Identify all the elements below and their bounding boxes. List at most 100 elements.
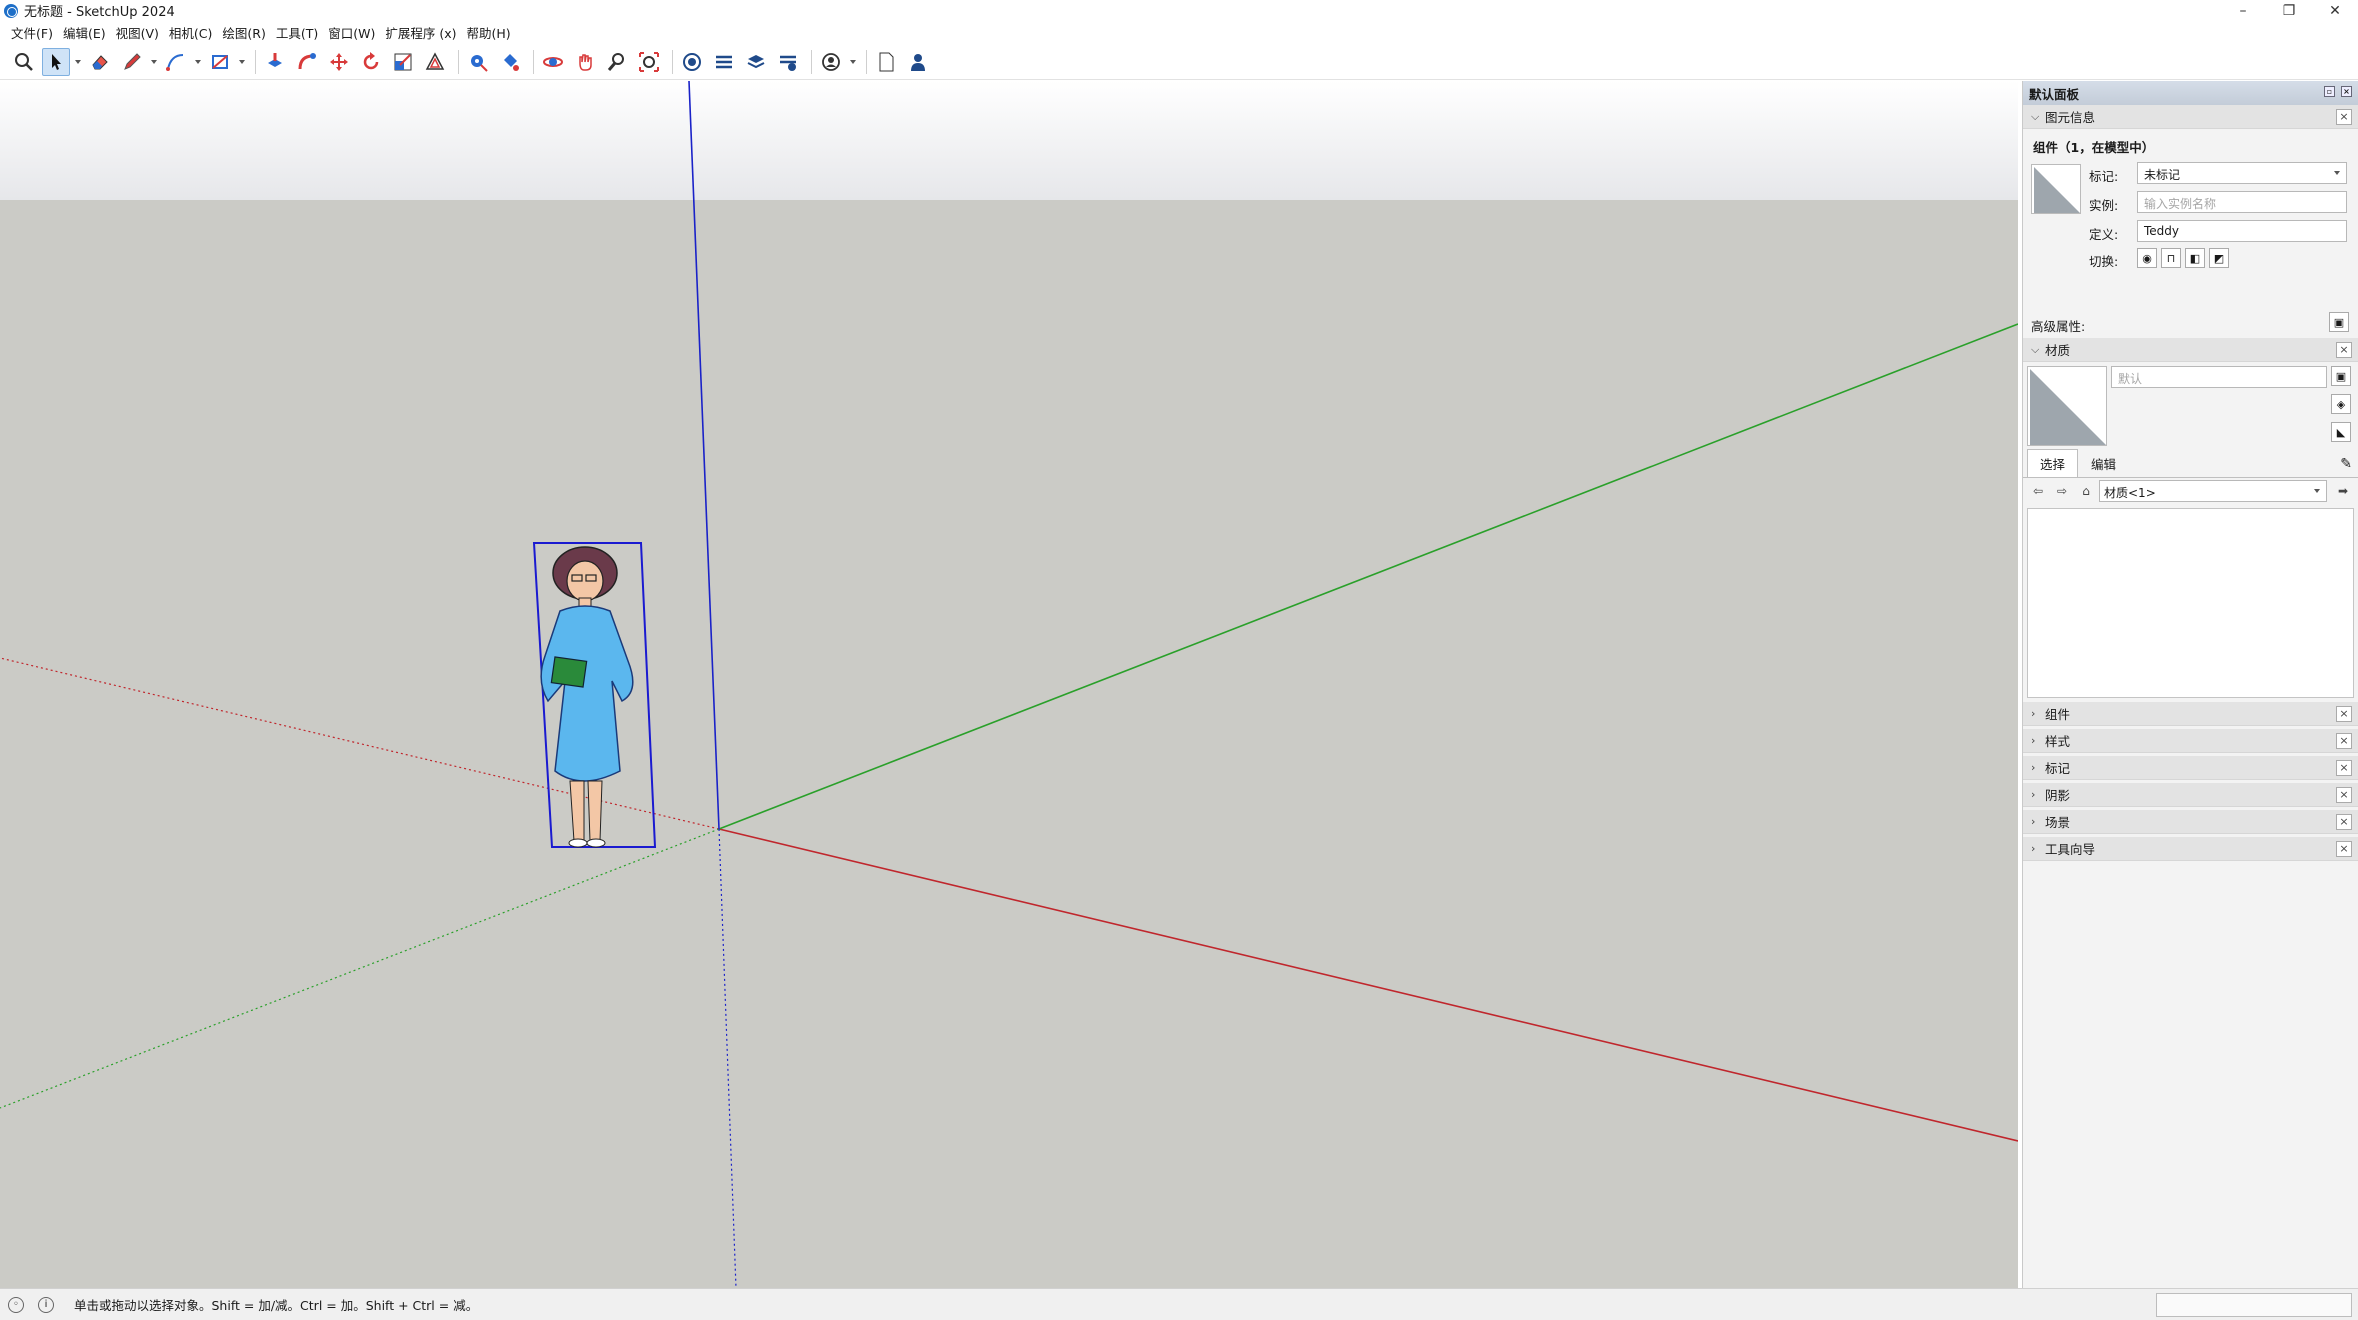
viewport-canvas[interactable] bbox=[0, 81, 2018, 1288]
pencil-dropdown-icon[interactable] bbox=[150, 48, 158, 76]
select-icon[interactable] bbox=[42, 47, 70, 76]
close-icon[interactable]: × bbox=[2336, 109, 2352, 125]
select-dropdown-icon[interactable] bbox=[74, 48, 82, 76]
zoom-icon[interactable] bbox=[603, 48, 631, 76]
menu-file[interactable]: 文件(F) bbox=[6, 23, 58, 42]
offset-icon[interactable] bbox=[421, 48, 449, 76]
tags-header[interactable]: › 标记 × bbox=[2023, 756, 2358, 780]
close-icon[interactable]: × bbox=[2336, 787, 2352, 803]
lock-icon[interactable]: ⊓ bbox=[2161, 248, 2181, 268]
material-swatch-list[interactable] bbox=[2027, 508, 2354, 698]
chevron-right-icon: › bbox=[2031, 734, 2036, 747]
extension-manager-icon[interactable] bbox=[774, 48, 802, 76]
menu-camera[interactable]: 相机(C) bbox=[164, 23, 217, 42]
eraser-icon[interactable] bbox=[86, 48, 114, 76]
title-bar: 无标题 - SketchUp 2024 – ❐ ✕ bbox=[0, 0, 2358, 21]
menu-draw[interactable]: 绘图(R) bbox=[217, 23, 270, 42]
tag-select[interactable]: 未标记 bbox=[2137, 162, 2347, 184]
material-collection-select[interactable]: 材质<1> bbox=[2099, 480, 2327, 502]
minimize-button[interactable]: – bbox=[2220, 0, 2266, 21]
chevron-right-icon: › bbox=[2031, 842, 2036, 855]
close-icon[interactable]: × bbox=[2336, 706, 2352, 722]
window-controls: – ❐ ✕ bbox=[2220, 0, 2358, 21]
line-dropdown-icon[interactable] bbox=[194, 48, 202, 76]
details-arrow-icon[interactable]: ➡ bbox=[2334, 482, 2352, 500]
eyedropper-icon[interactable]: ✎ bbox=[2340, 456, 2352, 472]
close-icon[interactable]: × bbox=[2336, 760, 2352, 776]
rectangle-icon[interactable] bbox=[206, 48, 234, 76]
move-icon[interactable] bbox=[325, 48, 353, 76]
restore-button[interactable]: ❐ bbox=[2266, 0, 2312, 21]
close-icon[interactable]: × bbox=[2336, 841, 2352, 857]
zoom-extents-icon[interactable] bbox=[635, 48, 663, 76]
styles-title: 样式 bbox=[2045, 734, 2071, 749]
rectangle-dropdown-icon[interactable] bbox=[238, 48, 246, 76]
visibility-eye-icon[interactable]: ◉ bbox=[2137, 248, 2157, 268]
cube-icon[interactable]: ◈ bbox=[2331, 394, 2351, 414]
pan-icon[interactable] bbox=[571, 48, 599, 76]
forward-arrow-icon[interactable]: ⇨ bbox=[2053, 482, 2071, 500]
close-icon[interactable]: × bbox=[2336, 733, 2352, 749]
shadows-header[interactable]: › 阴影 × bbox=[2023, 783, 2358, 807]
measurements-box[interactable] bbox=[2156, 1293, 2352, 1317]
instructor-header[interactable]: › 工具向导 × bbox=[2023, 837, 2358, 861]
close-button[interactable]: ✕ bbox=[2312, 0, 2358, 21]
account-icon[interactable] bbox=[817, 48, 845, 76]
close-icon[interactable]: × bbox=[2336, 342, 2352, 358]
components-header[interactable]: › 组件 × bbox=[2023, 702, 2358, 726]
paint-bucket-icon[interactable] bbox=[496, 48, 524, 76]
instance-name-input[interactable]: 输入实例名称 bbox=[2137, 191, 2347, 213]
default-material-icon[interactable]: ◣ bbox=[2331, 422, 2351, 442]
pin-icon[interactable]: ▫ bbox=[2324, 86, 2335, 97]
tray-close-icon[interactable]: × bbox=[2341, 86, 2352, 97]
menu-edit[interactable]: 编辑(E) bbox=[58, 23, 111, 42]
geo-location-icon[interactable]: ◦ bbox=[8, 1296, 24, 1313]
tab-select[interactable]: 选择 bbox=[2027, 449, 2079, 477]
chevron-right-icon: › bbox=[2031, 707, 2036, 720]
new-document-icon[interactable] bbox=[872, 48, 900, 76]
back-arrow-icon[interactable]: ⇦ bbox=[2029, 482, 2047, 500]
entity-info-header[interactable]: ⌵ 图元信息 × bbox=[2023, 105, 2358, 129]
menu-extensions[interactable]: 扩展程序 (x) bbox=[380, 23, 461, 42]
menu-help[interactable]: 帮助(H) bbox=[462, 23, 516, 42]
pencil-icon[interactable] bbox=[118, 48, 146, 76]
material-collection-value: 材质<1> bbox=[2104, 486, 2156, 500]
tape-measure-icon[interactable] bbox=[464, 48, 492, 76]
extension-warehouse-icon[interactable] bbox=[710, 48, 738, 76]
advanced-attributes-icon[interactable]: ▣ bbox=[2329, 312, 2349, 332]
window-title: 无标题 - SketchUp 2024 bbox=[24, 5, 175, 20]
sketchup-logo-icon bbox=[4, 3, 18, 18]
create-material-icon[interactable]: ▣ bbox=[2331, 366, 2351, 386]
styles-header[interactable]: › 样式 × bbox=[2023, 729, 2358, 753]
chevron-right-icon: › bbox=[2031, 815, 2036, 828]
line-icon[interactable] bbox=[162, 48, 190, 76]
user-icon[interactable] bbox=[904, 48, 932, 76]
material-swatch bbox=[2027, 366, 2107, 446]
model-viewport[interactable] bbox=[0, 81, 2018, 1288]
info-icon[interactable]: i bbox=[38, 1296, 54, 1313]
scenes-header[interactable]: › 场景 × bbox=[2023, 810, 2358, 834]
home-icon[interactable]: ⌂ bbox=[2077, 482, 2095, 500]
orbit-icon[interactable] bbox=[539, 48, 567, 76]
cast-shadows-icon[interactable]: ◩ bbox=[2209, 248, 2229, 268]
rotate-icon[interactable] bbox=[357, 48, 385, 76]
push-pull-icon[interactable] bbox=[261, 48, 289, 76]
chevron-right-icon: › bbox=[2031, 788, 2036, 801]
menu-view[interactable]: 视图(V) bbox=[111, 23, 164, 42]
account-dropdown-icon[interactable] bbox=[849, 48, 857, 76]
menu-window[interactable]: 窗口(W) bbox=[323, 23, 380, 42]
menu-tools[interactable]: 工具(T) bbox=[271, 23, 323, 42]
search-icon[interactable] bbox=[10, 48, 38, 76]
menu-bar: 文件(F) 编辑(E) 视图(V) 相机(C) 绘图(R) 工具(T) 窗口(W… bbox=[0, 21, 2358, 43]
follow-me-icon[interactable] bbox=[293, 48, 321, 76]
tab-edit[interactable]: 编辑 bbox=[2078, 449, 2129, 477]
material-name-input[interactable]: 默认 bbox=[2111, 366, 2327, 388]
receive-shadows-icon[interactable]: ◧ bbox=[2185, 248, 2205, 268]
scale-icon[interactable] bbox=[389, 48, 417, 76]
warehouse-icon[interactable] bbox=[678, 48, 706, 76]
close-icon[interactable]: × bbox=[2336, 814, 2352, 830]
layout-icon[interactable] bbox=[742, 48, 770, 76]
materials-header[interactable]: ⌵ 材质 × bbox=[2023, 338, 2358, 362]
tag-select-value: 未标记 bbox=[2144, 168, 2181, 182]
definition-input[interactable]: Teddy bbox=[2137, 220, 2347, 242]
